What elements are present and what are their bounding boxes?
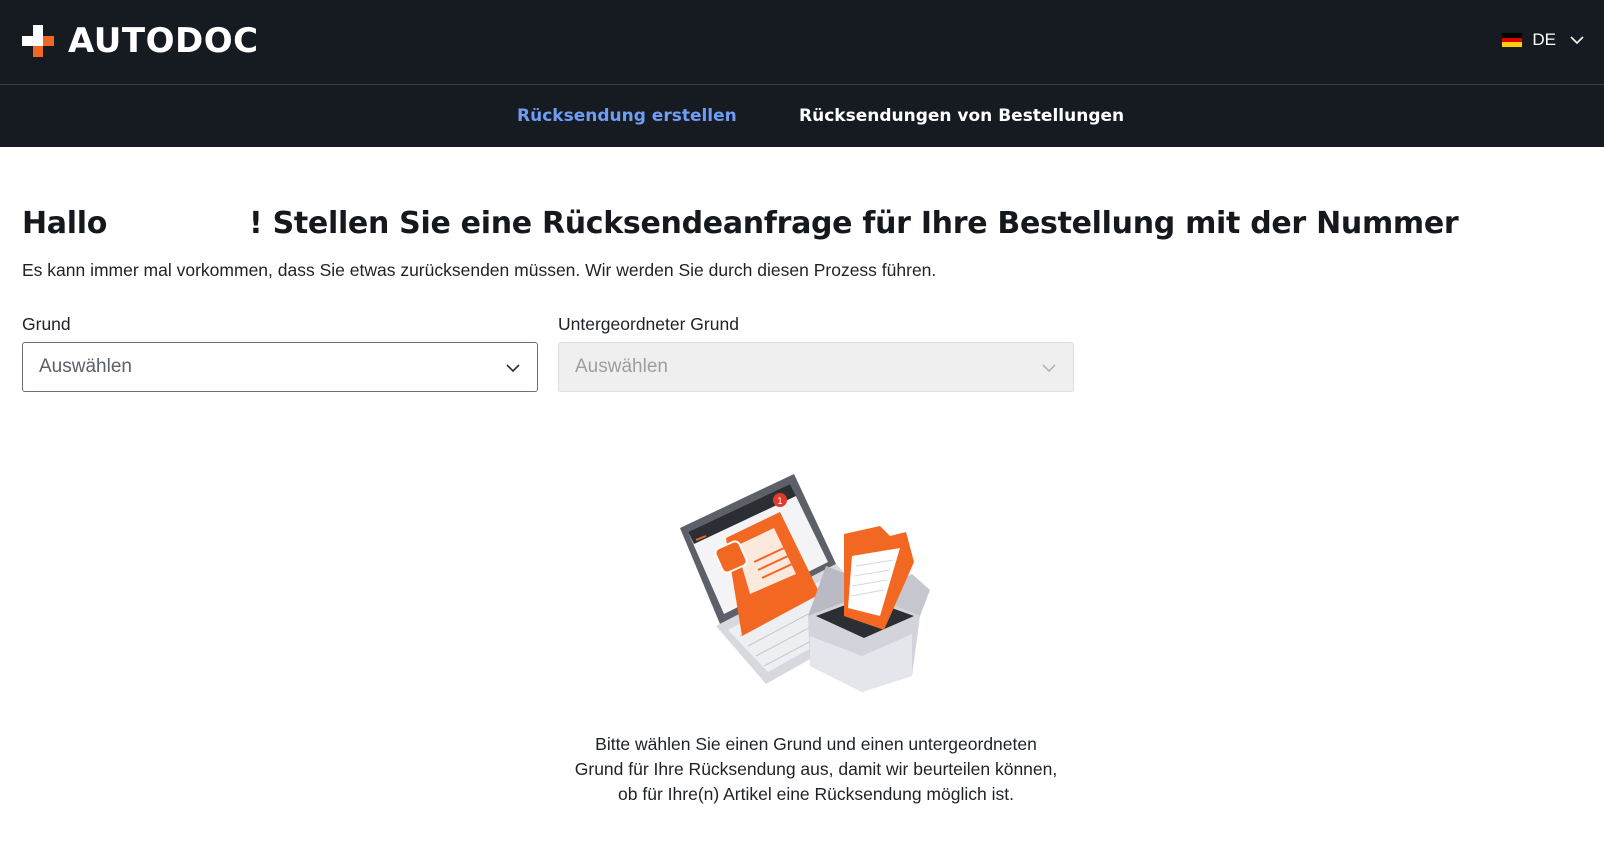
hint-line: Grund für Ihre Rücksendung aus, damit wi…	[574, 759, 1058, 779]
tab-order-returns[interactable]: Rücksendungen von Bestellungen	[799, 85, 1124, 147]
hint-line: ob für Ihre(n) Artikel eine Rücksendung …	[618, 784, 1014, 804]
chevron-down-icon	[1570, 36, 1584, 45]
top-header: AUTODOC DE	[0, 0, 1604, 85]
sub-reason-label: Untergeordneter Grund	[558, 314, 739, 334]
reason-select[interactable]: Auswählen	[22, 342, 538, 392]
brand-name: AUTODOC	[68, 21, 259, 61]
autodoc-logo-icon	[22, 25, 54, 57]
main-nav: Rücksendung erstellen Rücksendungen von …	[0, 85, 1604, 147]
chevron-down-icon	[1042, 364, 1056, 372]
sub-reason-select-value: Auswählen	[575, 356, 668, 377]
hint-text: Bitte wählen Sie einen Grund und einen u…	[516, 732, 1116, 807]
language-selector[interactable]: DE	[1502, 30, 1584, 50]
notification-badge: 1	[777, 497, 783, 507]
page-title: Hallo ! Stellen Sie eine Rücksendeanfrag…	[22, 206, 1459, 241]
sub-reason-select: Auswählen	[558, 342, 1074, 392]
page-subtitle: Es kann immer mal vorkommen, dass Sie et…	[22, 260, 937, 280]
reason-label: Grund	[22, 314, 71, 334]
tab-create-return[interactable]: Rücksendung erstellen	[517, 85, 737, 147]
return-illustration: 1	[676, 466, 956, 706]
hint-line: Bitte wählen Sie einen Grund und einen u…	[595, 734, 1037, 754]
autodoc-logo[interactable]: AUTODOC	[22, 24, 259, 58]
chevron-down-icon	[506, 364, 520, 373]
language-code: DE	[1532, 30, 1556, 49]
reason-select-value: Auswählen	[39, 356, 132, 377]
germany-flag-icon	[1502, 33, 1523, 48]
